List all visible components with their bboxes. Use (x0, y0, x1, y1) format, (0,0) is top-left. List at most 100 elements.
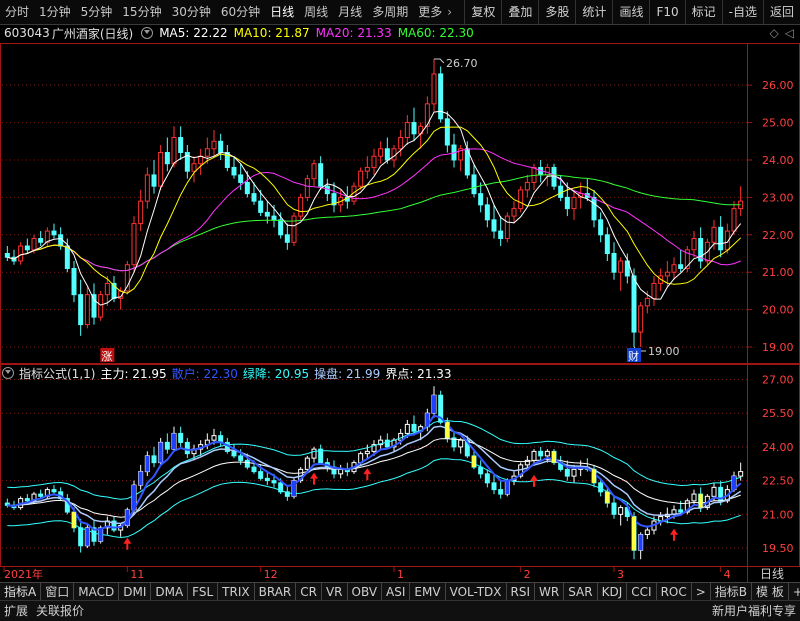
indicator-tab[interactable]: VOL-TDX (446, 583, 507, 601)
signal-bar-blue (98, 527, 103, 542)
candle-body (498, 230, 504, 240)
price-tick-label: 25.00 (762, 117, 794, 130)
candle-body (191, 163, 197, 172)
indicator-tick-label: 21.00 (762, 508, 794, 521)
indicator-candle-body (491, 482, 497, 491)
indicator-tab[interactable]: FSL (188, 583, 219, 601)
price-tick-label: 22.00 (762, 229, 794, 242)
indicator-tab[interactable]: MACD (74, 583, 120, 601)
indicator-candle-body (78, 527, 84, 547)
indicator-tab[interactable]: SAR (564, 583, 598, 601)
signal-bar-yellow (698, 494, 703, 508)
indicator-candle-body (404, 423, 410, 434)
indicator-tab[interactable]: + (789, 583, 800, 601)
indicator-candle-body (484, 473, 490, 484)
expand-button[interactable]: 扩展 (0, 601, 32, 621)
indicator-tick-label: 25.50 (762, 407, 794, 420)
indicator-candle-body (738, 471, 744, 477)
indicator-candle-body (258, 471, 264, 479)
candle-body (358, 170, 364, 187)
indicator-value: 操盘: 21.99 (314, 366, 381, 381)
candle-body (211, 140, 217, 150)
indicator-tab[interactable]: TRIX (218, 583, 255, 601)
indicator-candle-body (338, 468, 344, 475)
candle-body (171, 137, 177, 165)
dropdown-circle-icon[interactable] (2, 367, 14, 379)
indicator-candle-body (184, 441, 190, 455)
promo-link[interactable]: 新用户福利专享 (708, 601, 800, 621)
candle-body (364, 166, 370, 172)
candle-body (271, 215, 277, 221)
candle-body (138, 200, 144, 225)
indicator-tab[interactable]: CR (296, 583, 322, 601)
indicator-candle-body (411, 423, 417, 432)
signal-bar-yellow (472, 455, 476, 468)
indicator-tab[interactable]: RSI (507, 583, 536, 601)
candle-body (251, 193, 257, 202)
green-band-lower-line (7, 458, 741, 539)
ma5-line (7, 110, 742, 306)
candle-body (571, 196, 577, 210)
candle-body (544, 166, 550, 176)
indicator-tab[interactable]: ROC (657, 583, 692, 601)
candle-body (4, 253, 10, 258)
buy-arrow-icon (530, 474, 538, 487)
indicator-tab[interactable]: WR (535, 583, 565, 601)
candle-body (244, 181, 250, 195)
signal-bar-blue (125, 509, 130, 526)
candle-body (164, 151, 170, 165)
signal-bar-blue (158, 442, 163, 463)
candle-body (431, 73, 437, 105)
indicator-candle-body (538, 450, 544, 457)
indicator-candle-body (711, 486, 717, 497)
indicator-candle-body (544, 450, 550, 457)
indicator-candle-body (531, 450, 537, 461)
indicator-tab[interactable]: EMV (410, 583, 446, 601)
indicator-tab[interactable]: 窗口 (41, 583, 75, 601)
indicator-info-bar: 指标公式(1,1) 主力: 21.95 散户: 22.30 绿降: 20.95 操盘:… (0, 364, 800, 382)
candle-body (24, 245, 30, 251)
indicator-tab[interactable]: 指标B (711, 583, 753, 601)
candle-body (471, 174, 477, 195)
candle-body (131, 223, 137, 266)
signal-bar-blue (85, 527, 90, 546)
indicator-tab[interactable]: DMA (151, 583, 189, 601)
indicator-tab[interactable]: OBV (348, 583, 383, 601)
candle-body (598, 219, 604, 236)
kline-chart[interactable]: 26.00 25.00 24.00 23.00 22.00 21.00 20.00 19.00… (0, 0, 800, 620)
indicator-tab[interactable]: CCI (627, 583, 657, 601)
candle-body (71, 267, 77, 296)
indicator-candle-body (304, 457, 310, 470)
signal-bar-blue (505, 480, 510, 495)
signal-bar-blue (425, 413, 430, 427)
indicator-tab[interactable]: 模 板 (752, 583, 789, 601)
date-tick-label: 11 (130, 568, 144, 581)
indicator-tab[interactable]: VR (322, 583, 348, 601)
ma60-line (7, 174, 741, 272)
low-price-label: 19.00 (648, 345, 680, 358)
candle-body (144, 174, 150, 202)
indicator-name[interactable]: 指标公式(1,1) (19, 365, 95, 382)
candle-body (218, 140, 224, 153)
candle-body (311, 163, 317, 180)
indicator-candle-body (264, 477, 270, 482)
indicator-tab[interactable]: > (692, 583, 711, 601)
indicator-tab[interactable]: BRAR (255, 583, 297, 601)
indicator-tab[interactable]: 指标A (0, 583, 42, 601)
candle-body (711, 226, 717, 243)
main-pane-frame (0, 43, 800, 364)
candle-body (384, 148, 390, 161)
indicator-tab[interactable]: KDJ (598, 583, 628, 601)
indicator-values: 主力: 21.95 散户: 22.30 绿降: 20.95 操盘: 21.99 界点: … (100, 365, 456, 382)
price-tick-label: 19.00 (762, 341, 794, 354)
related-quote-button[interactable]: 关联报价 (32, 601, 88, 621)
indicator-tab[interactable]: DMI (119, 583, 152, 601)
indicator-tab[interactable]: ASI (382, 583, 411, 601)
candle-body (98, 294, 104, 318)
candle-body (404, 122, 410, 139)
candle-body (478, 193, 484, 206)
price-tick-label: 21.00 (762, 266, 794, 279)
candle-body (84, 294, 90, 326)
indicator-tick-label: 22.50 (762, 475, 794, 488)
candle-body (671, 264, 677, 273)
